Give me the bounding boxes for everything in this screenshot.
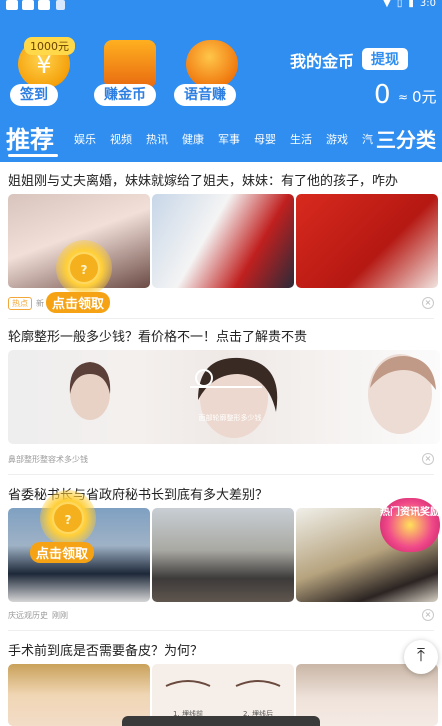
article-time: 刚刚 (52, 611, 68, 620)
wifi-icon: ▼ (383, 0, 391, 9)
tab-recommend[interactable]: 推荐 (6, 120, 54, 155)
tab-military[interactable]: 军事 (218, 131, 240, 147)
tab-entertainment[interactable]: 娱乐 (74, 131, 96, 147)
tab-games[interactable]: 游戏 (326, 131, 348, 147)
claim-reward-floating[interactable]: ? 点击领取 (30, 490, 110, 564)
battery-icon: ▮ (408, 0, 414, 9)
arrow-up-icon: ⤒ (417, 645, 425, 666)
category-tabs: 推荐 娱乐 视频 热讯 健康 军事 母婴 生活 游戏 汽 三分类 (0, 120, 442, 157)
coin-count: 0 (374, 80, 391, 110)
divider (8, 318, 434, 319)
article-meta: 热点 新 (8, 297, 44, 310)
reward-coin-icon: ? (68, 252, 100, 284)
status-bar: ▼ ▯ ▮ 3:0 (0, 0, 442, 12)
article-source: 新 (36, 299, 44, 308)
app-icon (56, 0, 65, 10)
withdraw-button[interactable]: 提现 (362, 48, 408, 70)
thumbnail-image (152, 508, 294, 602)
treasure-chest-icon (104, 40, 156, 88)
dismiss-icon[interactable]: × (422, 609, 434, 621)
svg-text:¥: ¥ (36, 51, 51, 79)
divider (8, 474, 434, 475)
dismiss-icon[interactable]: × (422, 297, 434, 309)
category-label: 三分类 (376, 128, 436, 152)
all-categories-button[interactable]: 三分类 (374, 124, 436, 153)
reward-badge: 1000元 (24, 37, 75, 55)
claim-reward-floating[interactable]: ? 点击领取 (46, 240, 126, 314)
system-navigation-bar (122, 716, 320, 726)
voice-coin-icon (186, 40, 238, 88)
claim-reward-label: 点击领取 (30, 542, 95, 563)
dismiss-icon[interactable]: × (422, 453, 434, 465)
tab-life[interactable]: 生活 (290, 131, 312, 147)
coin-yuan-value: 0元 (412, 88, 437, 106)
status-time: 3:0 (419, 0, 436, 9)
tab-health[interactable]: 健康 (182, 131, 204, 147)
notification-icon (38, 0, 50, 10)
earn-coins-button[interactable]: 赚金币 (94, 34, 164, 106)
article-title[interactable]: 姐姐刚与丈夫离婚，妹妹就嫁给了姐夫，妹妹：有了他的孩子，咋办 (8, 170, 398, 189)
claim-reward-label: 点击领取 (46, 292, 111, 313)
article-title[interactable]: 轮廓整形一般多少钱？看价格不一！点击了解贵不贵 (8, 326, 307, 345)
sim-icon: ▯ (396, 0, 403, 9)
thumbnail-image (152, 194, 294, 288)
article-source: 庆远观历史 (8, 611, 48, 620)
tab-video[interactable]: 视频 (110, 131, 132, 147)
my-coins-title: 我的金币 (290, 52, 355, 71)
ad-banner-image[interactable]: 面部轮廓整形多少钱 (8, 350, 440, 444)
reward-coin-icon: ? (52, 502, 84, 534)
hot-news-reward-stamp[interactable]: 热门资讯奖励 (380, 498, 440, 552)
tab-hot-news[interactable]: 热讯 (146, 131, 168, 147)
notification-icon (6, 0, 18, 10)
tab-parenting[interactable]: 母婴 (254, 131, 276, 147)
article-source: 鼻部整形整容术多少钱 (8, 455, 88, 464)
hot-tag: 热点 (8, 297, 32, 310)
earn-coins-label: 赚金币 (94, 84, 156, 106)
coin-approx: ≈ (398, 90, 409, 104)
article-meta: 庆远观历史 刚刚 (8, 610, 68, 621)
voice-earn-button[interactable]: 语音赚 (174, 34, 246, 106)
checkin-label: 签到 (10, 84, 58, 106)
app-header: ▼ ▯ ▮ 3:0 ¥ 签到 1000元 赚金币 语音赚 我的金币 提现 0 ≈… (0, 0, 442, 162)
article-title[interactable]: 手术前到底是否需要备皮？为何？ (8, 640, 203, 659)
divider (8, 630, 434, 631)
back-to-top-button[interactable]: ⤒ (404, 640, 438, 674)
article-meta: 鼻部整形整容术多少钱 (8, 454, 88, 465)
notification-icon (22, 0, 34, 10)
tab-auto[interactable]: 汽 (362, 131, 373, 147)
voice-earn-label: 语音赚 (174, 84, 236, 106)
banner-overlay-text: 面部轮廓整形多少钱 (199, 413, 262, 422)
thumbnail-image (296, 194, 438, 288)
active-tab-indicator (8, 154, 58, 157)
